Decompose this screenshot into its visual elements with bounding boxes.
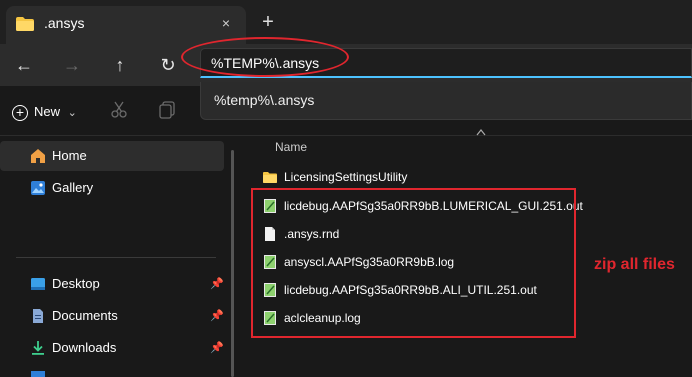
sidebar-item-label: Documents	[52, 308, 118, 323]
annotation-text: zip all files	[594, 256, 675, 273]
up-arrow-icon[interactable]: ↑	[106, 51, 134, 79]
sidebar-item-label: Desktop	[52, 276, 100, 291]
tab-ansys[interactable]: .ansys ×	[6, 6, 246, 44]
gallery-icon	[31, 181, 45, 195]
file-name: LicensingSettingsUtility	[284, 170, 408, 184]
forward-arrow-icon[interactable]: →	[58, 51, 86, 79]
copy-icon[interactable]	[158, 101, 176, 119]
command-bar: + New ⌄	[0, 86, 200, 136]
suggestion-item[interactable]: %temp%\.ansys	[214, 92, 314, 108]
address-suggestion-dropdown: %temp%\.ansys	[200, 82, 692, 120]
home-icon	[31, 149, 45, 163]
folder-icon	[16, 17, 34, 31]
command-bar-right	[200, 120, 692, 136]
new-tab-button[interactable]: +	[258, 10, 278, 34]
back-arrow-icon[interactable]: ←	[10, 51, 38, 79]
pin-icon[interactable]: 📌	[210, 278, 224, 290]
sidebar-item-label: Home	[52, 148, 87, 163]
sidebar-divider	[16, 257, 216, 258]
sidebar-item-desktop[interactable]: Desktop 📌	[0, 269, 224, 299]
sidebar-scrollbar[interactable]	[231, 150, 234, 377]
pin-icon[interactable]: 📌	[210, 310, 224, 322]
new-button[interactable]: + New ⌄	[12, 100, 77, 124]
annotation-ellipse	[181, 37, 349, 77]
sidebar-item-label: Downloads	[52, 340, 117, 355]
downloads-icon	[32, 341, 44, 355]
plus-circle-icon: +	[12, 104, 28, 121]
column-header-name[interactable]: Name	[275, 140, 307, 154]
address-row: ← → ↑ ↻	[0, 44, 692, 86]
sidebar-item-home[interactable]: Home	[0, 141, 224, 171]
sidebar-item-downloads[interactable]: Downloads 📌	[0, 333, 224, 363]
annotation-box	[251, 188, 576, 338]
sidebar-item-gallery[interactable]: Gallery	[0, 173, 224, 203]
tab-bar: .ansys × +	[0, 0, 692, 44]
tab-title: .ansys	[44, 15, 85, 31]
pictures-icon	[31, 371, 45, 377]
sidebar: Home Gallery Desktop 📌 Documents 📌 Downl…	[0, 137, 232, 377]
cut-icon[interactable]	[110, 101, 128, 119]
desktop-icon	[31, 278, 45, 290]
documents-icon	[33, 309, 43, 323]
sidebar-item-documents[interactable]: Documents 📌	[0, 301, 224, 331]
chevron-down-icon: ⌄	[67, 107, 77, 119]
new-label: New	[34, 104, 61, 119]
folder-icon	[263, 172, 277, 183]
sort-caret-icon	[476, 129, 486, 136]
pin-icon[interactable]: 📌	[210, 342, 224, 354]
refresh-icon[interactable]: ↻	[154, 51, 182, 79]
close-icon[interactable]: ×	[216, 13, 236, 33]
sidebar-item-label: Gallery	[52, 180, 94, 195]
